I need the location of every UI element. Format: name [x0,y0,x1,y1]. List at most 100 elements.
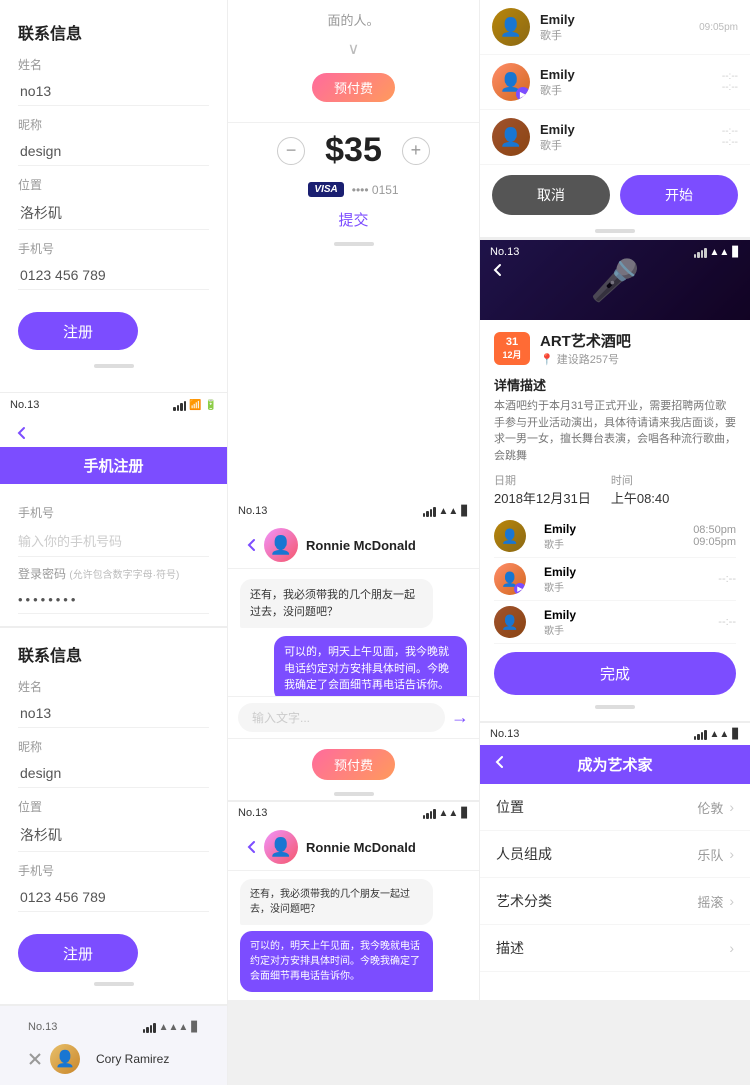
event-artist-avatar-1: ▶ 👤 [494,563,526,595]
scroll-indicator-1 [94,364,134,368]
become-header: 成为艺术家 [480,745,750,784]
location-value-2: 洛杉矶 [18,819,209,852]
submit-link[interactable]: 提交 [228,201,479,238]
price-minus-button[interactable]: − [277,137,305,165]
event-slot-time-2: --:-- [686,616,736,628]
phone-label-2: 手机号 [18,862,209,879]
name-value: no13 [18,77,209,106]
event-date-num: 31 [506,336,518,348]
event-artist-info-0: Emily 歌手 [544,522,576,551]
start-button[interactable]: 开始 [620,175,738,215]
event-desc-title: 详情描述 [494,375,736,394]
become-location-value: 伦敦 [697,798,723,817]
close-icon-bottom[interactable] [28,1052,42,1066]
artist-role-0: 歌手 [540,27,699,43]
password-field-label: 登录密码 (允许包含数字字母·符号) [18,565,209,582]
back-button-1[interactable] [10,421,34,445]
no13-become: No.13 [490,728,519,740]
signal-icon [173,399,186,411]
price-display: $35 [325,131,382,170]
event-header-row: 31 12月 ART艺术酒吧 📍 建设路257号 [494,330,736,367]
become-members-right: 乐队 › [697,845,734,864]
chat-header-1: 👤 Ronnie McDonald [228,522,479,569]
no13-event: No.13 [490,246,519,258]
artist-info-0: Emily 歌手 [540,12,699,43]
become-art-item[interactable]: 艺术分类 摇滚 › [480,878,750,925]
name-label-2: 姓名 [18,678,209,695]
name-value-2: no13 [18,699,209,728]
artist-time-2: --:----:-- [722,126,738,148]
event-back-button[interactable] [490,262,506,283]
scroll-indicator-col3-1 [595,229,635,233]
signal-icon-bottom [143,1021,156,1033]
battery-icon-bottom: ▊ [191,1022,199,1033]
event-artist-name-2: Emily [544,608,576,622]
prepay-bottom-pill[interactable]: 预付费 [312,749,395,780]
event-time-meta: 时间 上午08:40 [611,472,670,507]
event-wifi: ▲▲ [710,247,730,258]
become-desc-item[interactable]: 描述 › [480,925,750,972]
chat-input-box-1[interactable]: 输入文字... [238,703,445,732]
bottom-prepay-area: 预付费 [228,738,479,788]
artist-list-section: 👤 Emily 歌手 09:05pm ▶ 👤 Emily 歌手 --:----:… [480,0,750,239]
no13-label-bottom: No.13 [28,1021,57,1033]
no13-bottom-bar: No.13 ▲▲▲ ▊ [18,1016,209,1038]
wifi-chat: ▲▲ [439,506,459,517]
event-date-badge: 31 12月 [494,332,530,365]
become-location-right: 伦敦 › [697,798,734,817]
become-wifi: ▲▲ [710,729,730,740]
phone-input-field[interactable]: 输入你的手机号码 [18,525,209,557]
contact-info-bottom: 联系信息 姓名 no13 昵称 design 位置 洛杉矶 手机号 0123 4… [0,626,228,1004]
prepay-pill-top[interactable]: 预付费 [312,73,395,102]
scroll-indicator-col3-2 [595,705,635,709]
location-value: 洛杉矶 [18,197,209,230]
cory-avatar-icon: 👤 [55,1049,75,1069]
event-meta-row: 日期 2018年12月31日 时间 上午08:40 [494,472,736,507]
artist-info-1: Emily 歌手 [540,67,722,98]
event-signal [694,246,707,258]
event-desc-text: 本酒吧约于本月31号正式开业，需要招聘两位歌手参与开业活动演出，具体待请请来我店… [494,398,736,464]
back-button-chat-2[interactable] [240,835,264,859]
scroll-indicator-col2-1 [334,242,374,246]
chat-send-button-1[interactable]: → [451,707,469,728]
password-field[interactable]: •••••••• [18,586,209,614]
msg-left-1: 还有，我必须带我的几个朋友一起过去，没问题吧？ [240,579,433,628]
complete-button[interactable]: 完成 [494,652,736,695]
password-hint: (允许包含数字字母·符号) [69,570,179,581]
become-location-item[interactable]: 位置 伦敦 › [480,784,750,831]
register-button[interactable]: 注册 [18,312,138,350]
chat-messages-2-partial: 还有，我必须带我的几个朋友一起过去，没问题吧？ 可以的，明天上午见面，我今晚就电… [228,871,479,1000]
phone-label: 手机号 [18,240,209,257]
become-title: 成为艺术家 [577,754,652,775]
event-detail-section: No.13 ▲▲ ▊ 🎤 31 12月 [480,239,750,721]
event-artist-name-1: Emily [544,565,576,579]
chevron-right-icon-4: › [729,940,734,956]
register-button-2[interactable]: 注册 [18,934,138,972]
location-label: 位置 [18,176,209,193]
event-artist-info-1: Emily 歌手 [544,565,576,594]
date-meta-label: 日期 [494,472,591,488]
event-artist-avatar-0: 👤 [494,520,526,552]
artist-item-2: 👤 Emily 歌手 --:----:-- [480,110,750,165]
artist-avatar-1: ▶ 👤 [492,63,530,101]
phone-registration-section: No.13 📶 🔋 手机注册 手机号 输入你的手机号码 登录密码 (允许包含数字… [0,392,228,626]
cancel-button[interactable]: 取消 [492,175,610,215]
become-back-button[interactable] [492,754,508,775]
msg-right-3: 可以的，明天上午见面，我今晚就电话约定对方安排具体时间。今晚我确定了会面细节再电… [240,931,433,992]
chevron-down-icon[interactable]: ∨ [244,35,463,63]
no13-label-1: No.13 [10,399,39,411]
scroll-indicator-col2-2 [334,792,374,796]
event-artist-role-1: 歌手 [544,579,576,594]
price-area: − $35 + [228,123,479,178]
no13-label-chat: No.13 [238,505,267,517]
become-members-item[interactable]: 人员组成 乐队 › [480,831,750,878]
event-artist-slot-2: 👤 Emily 歌手 --:-- [494,601,736,644]
nickname-value-2: design [18,759,209,788]
scroll-indicator-2 [94,982,134,986]
play-icon-1: ▶ [517,585,522,593]
chat-status-icons: ▲▲ ▊ [423,505,470,517]
back-button-chat-1[interactable] [240,533,264,557]
price-plus-button[interactable]: + [402,137,430,165]
event-artist-icon-0: 👤 [501,528,518,545]
col2-chat-bottom: No.13 ▲▲ ▊ 👤 Ronnie McDonald 还有，我必须带我的几个… [228,800,479,1000]
